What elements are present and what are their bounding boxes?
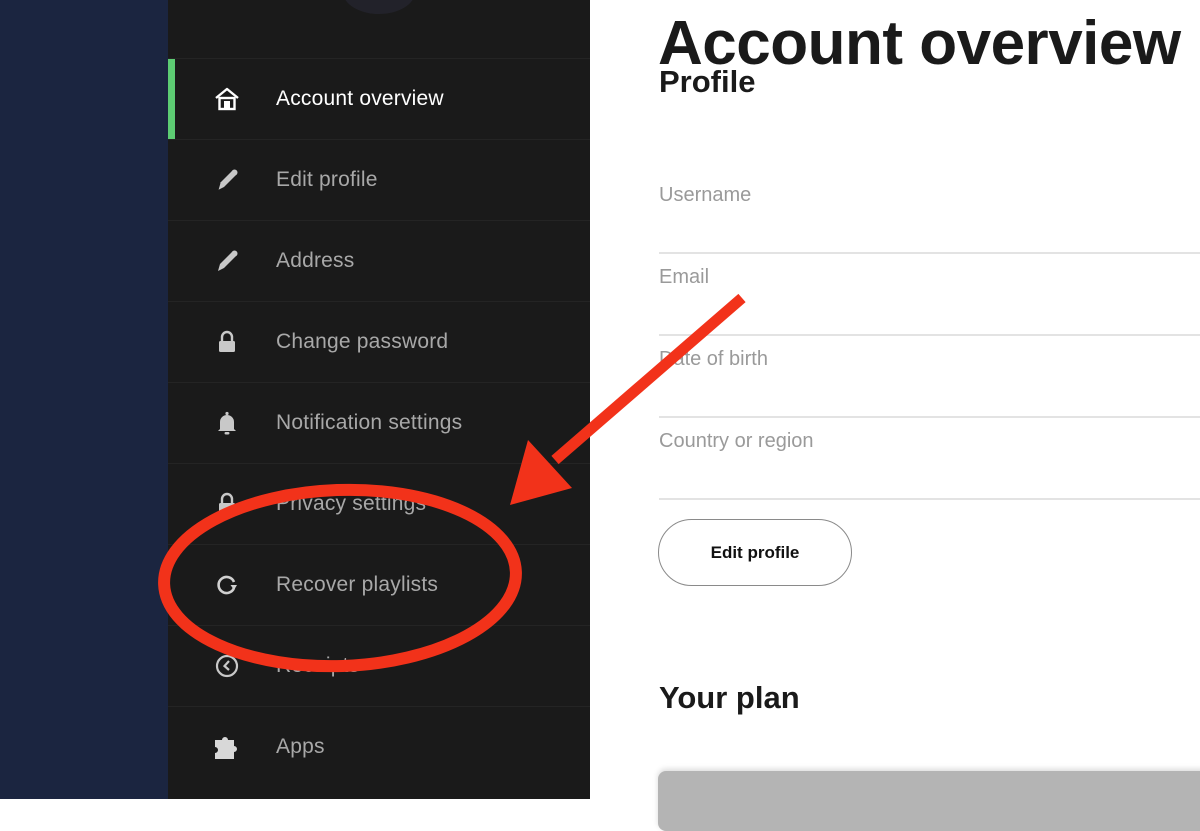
sidebar-item-edit-profile[interactable]: Edit profile (168, 139, 590, 220)
plan-heading: Your plan (659, 680, 800, 715)
sidebar-item-label: Recover playlists (276, 573, 439, 596)
pencil-icon (211, 164, 243, 196)
plan-card[interactable] (658, 771, 1200, 831)
sidebar-item-label: Notification settings (276, 411, 463, 434)
sidebar-item-label: Account overview (276, 87, 444, 110)
avatar[interactable] (343, 0, 415, 14)
field-label: Username (659, 184, 752, 206)
sidebar-item-account-overview[interactable]: Account overview (168, 58, 590, 139)
edit-profile-button[interactable]: Edit profile (658, 519, 852, 586)
sidebar-item-label: Change password (276, 330, 449, 353)
sidebar-item-notification-settings[interactable]: Notification settings (168, 382, 590, 463)
sidebar-item-privacy-settings[interactable]: Privacy settings (168, 463, 590, 544)
sidebar-item-label: Receipts (276, 654, 360, 677)
field-label: Country or region (659, 430, 814, 452)
sidebar-item-label: Address (276, 249, 355, 272)
username-field: Username (659, 170, 1200, 254)
field-label: Email (659, 266, 710, 288)
clock-back-icon (211, 650, 243, 682)
sidebar-nav: Account overview Edit profile Address Ch… (168, 58, 590, 787)
sidebar-item-apps[interactable]: Apps (168, 706, 590, 787)
sidebar-item-recover-playlists[interactable]: Recover playlists (168, 544, 590, 625)
main-content: Account overview Profile Username Email … (590, 0, 1200, 831)
lock-icon (211, 488, 243, 520)
bell-icon (211, 407, 243, 439)
sidebar-item-label: Privacy settings (276, 492, 427, 515)
sidebar-item-receipts[interactable]: Receipts (168, 625, 590, 706)
sidebar-item-label: Edit profile (276, 168, 378, 191)
sidebar-item-label: Apps (276, 735, 325, 758)
field-label: Date of birth (659, 348, 768, 370)
refresh-icon (211, 569, 243, 601)
home-icon (211, 83, 243, 115)
email-field: Email (659, 252, 1200, 336)
country-field: Country or region (659, 416, 1200, 500)
profile-heading: Profile (659, 64, 756, 99)
sidebar-item-address[interactable]: Address (168, 220, 590, 301)
puzzle-icon (211, 731, 243, 763)
lock-icon (211, 326, 243, 358)
background-panel (0, 0, 168, 799)
sidebar-item-change-password[interactable]: Change password (168, 301, 590, 382)
pencil-icon (211, 245, 243, 277)
date-of-birth-field: Date of birth (659, 334, 1200, 418)
active-indicator (168, 59, 175, 139)
sidebar: Account overview Edit profile Address Ch… (168, 0, 590, 799)
